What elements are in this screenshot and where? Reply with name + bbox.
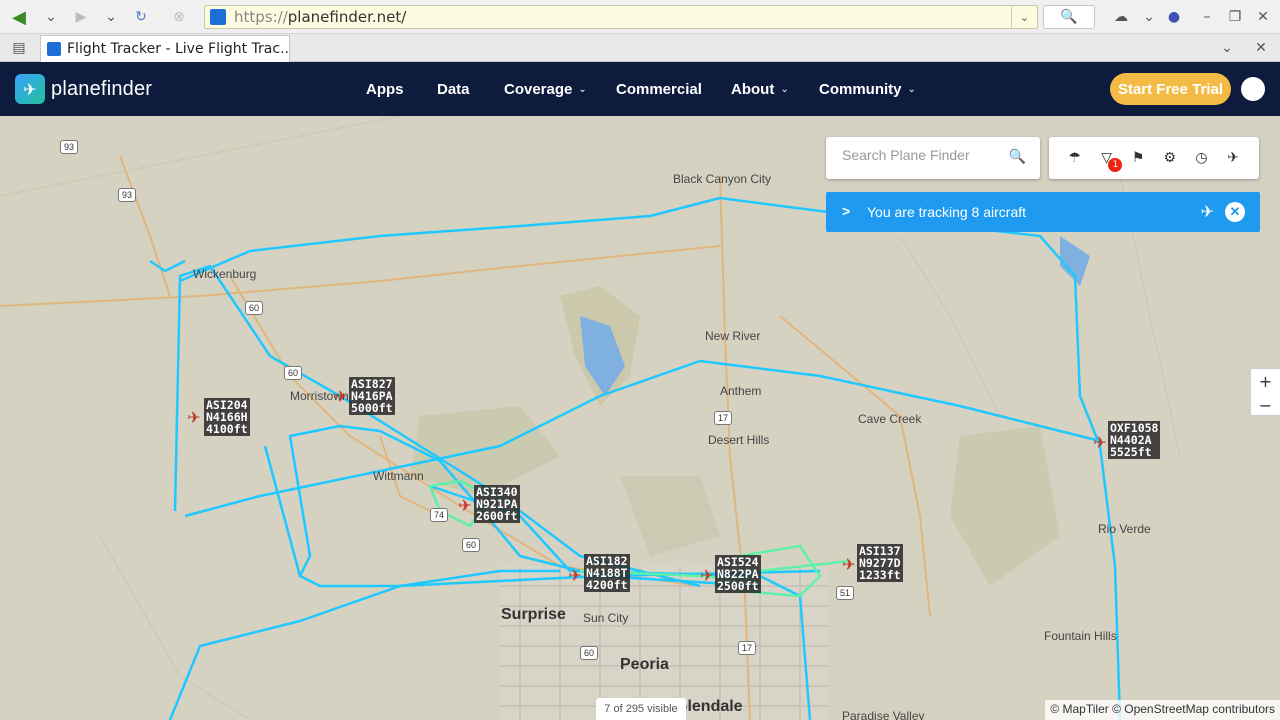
aircraft-label[interactable]: ASI204 N4166H 4100ft bbox=[204, 398, 250, 436]
start-free-trial-button[interactable]: Start Free Trial bbox=[1110, 73, 1231, 105]
address-bar[interactable]: https://planefinder.net/ ⌄ bbox=[204, 5, 1038, 29]
place-label: Cave Creek bbox=[858, 412, 922, 426]
browser-toolbar: ◀ ⌄ ▶ ⌄ ↻ ⊗ https://planefinder.net/ ⌄ 🔍… bbox=[0, 0, 1280, 34]
settings-gear-icon[interactable]: ⚙ bbox=[1160, 148, 1180, 168]
nav-commercial[interactable]: Commercial bbox=[616, 62, 702, 116]
close-window-icon[interactable]: ✕ bbox=[1252, 6, 1274, 28]
chevron-down-icon: ⌄ bbox=[578, 83, 587, 95]
chevron-down-icon: ⌄ bbox=[907, 83, 916, 95]
forward-arrow-icon[interactable]: ▶ bbox=[70, 6, 92, 28]
tab-overflow-chevron-icon[interactable]: ⌄ bbox=[1216, 37, 1238, 59]
bookmark-icon[interactable]: ⚑ bbox=[1128, 148, 1148, 168]
aircraft-icon[interactable]: ✈ bbox=[839, 554, 859, 574]
highway-shield: 93 bbox=[60, 140, 78, 154]
weather-icon[interactable]: ☂ bbox=[1065, 148, 1085, 168]
extensions-icon[interactable]: ☁ bbox=[1110, 6, 1132, 28]
back-arrow-icon[interactable]: ◀ bbox=[8, 6, 30, 28]
tracking-banner[interactable]: > You are tracking 8 aircraft ✈ ✕ bbox=[826, 192, 1260, 232]
tab-bar: ▤ Flight Tracker - Live Flight Trac... ⌄… bbox=[0, 34, 1280, 62]
nav-data[interactable]: Data bbox=[437, 62, 470, 116]
tab-favicon-icon bbox=[47, 42, 61, 56]
tracking-text: You are tracking 8 aircraft bbox=[867, 204, 1027, 220]
zoom-control: + − bbox=[1250, 368, 1280, 416]
aircraft-label[interactable]: ASI137 N9277D 1233ft bbox=[857, 544, 903, 582]
3d-view-icon[interactable]: ✈ bbox=[1223, 148, 1243, 168]
place-label: Rio Verde bbox=[1098, 522, 1151, 536]
highway-shield: 17 bbox=[738, 641, 756, 655]
close-icon[interactable]: ✕ bbox=[1225, 202, 1245, 222]
highway-shield: 93 bbox=[118, 188, 136, 202]
place-label: Desert Hills bbox=[708, 433, 770, 447]
aircraft-label[interactable]: ASI524 N822PA 2500ft bbox=[715, 555, 761, 593]
menu-chevron-icon[interactable]: ⌄ bbox=[1138, 6, 1160, 28]
restore-icon[interactable]: ❐ bbox=[1224, 6, 1246, 28]
place-label: Anthem bbox=[720, 384, 762, 398]
close-tab-icon[interactable]: ✕ bbox=[1250, 37, 1272, 59]
highway-shield: 17 bbox=[714, 411, 732, 425]
aircraft-label[interactable]: OXF1058 N4402A 5525ft bbox=[1108, 421, 1161, 459]
search-icon[interactable]: 🔍 bbox=[1009, 149, 1026, 165]
aircraft-icon[interactable]: ✈ bbox=[565, 565, 585, 585]
browser-profile-icon[interactable]: ● bbox=[1163, 6, 1185, 28]
highway-shield: 60 bbox=[284, 366, 302, 380]
highway-shield: 60 bbox=[580, 646, 598, 660]
browser-search-icon[interactable]: 🔍 bbox=[1043, 5, 1095, 29]
place-label: New River bbox=[705, 329, 761, 343]
search-placeholder: Search Plane Finder bbox=[842, 147, 970, 163]
nav-apps[interactable]: Apps bbox=[366, 62, 404, 116]
user-account-icon[interactable] bbox=[1241, 77, 1265, 101]
reload-icon[interactable]: ↻ bbox=[130, 6, 152, 28]
map-tools: ☂ ▽ 1 ⚑ ⚙ ◷ ✈ bbox=[1049, 137, 1259, 179]
visible-count: 7 of 295 visible bbox=[596, 698, 686, 720]
place-label: Wickenburg bbox=[193, 267, 257, 281]
chevron-down-icon: ⌄ bbox=[780, 83, 789, 95]
highway-shield: 60 bbox=[245, 301, 263, 315]
place-label: Black Canyon City bbox=[673, 172, 772, 186]
map-attribution[interactable]: © MapTiler © OpenStreetMap contributors bbox=[1045, 700, 1280, 720]
aircraft-icon[interactable]: ✈ bbox=[184, 407, 204, 427]
history-icon[interactable]: ◷ bbox=[1191, 148, 1211, 168]
zoom-in-button[interactable]: + bbox=[1251, 369, 1280, 393]
url-dropdown-icon[interactable]: ⌄ bbox=[1011, 6, 1037, 28]
place-label: Surprise bbox=[501, 606, 566, 623]
plane-outline-icon[interactable]: ✈ bbox=[1201, 202, 1214, 222]
search-input[interactable]: Search Plane Finder 🔍 bbox=[826, 137, 1040, 179]
highway-shield: 60 bbox=[462, 538, 480, 552]
site-header: ✈ planefinder Apps Data Coverage ⌄ Commer… bbox=[0, 62, 1280, 116]
place-label: Paradise Valley bbox=[842, 709, 925, 720]
url-text: https://planefinder.net/ bbox=[234, 8, 407, 26]
plane-logo-icon: ✈ bbox=[15, 74, 45, 104]
chevron-right-icon: > bbox=[842, 203, 851, 219]
logo-wordmark: planefinder bbox=[51, 77, 153, 100]
notification-badge: 1 bbox=[1108, 158, 1123, 172]
aircraft-label[interactable]: ASI340 N921PA 2600ft bbox=[474, 485, 520, 523]
tab-title: Flight Tracker - Live Flight Trac... bbox=[67, 41, 290, 57]
filter-icon[interactable]: ▽ 1 bbox=[1096, 148, 1123, 172]
aircraft-icon[interactable]: ✈ bbox=[331, 386, 351, 406]
nav-about[interactable]: About ⌄ bbox=[731, 62, 789, 116]
tab-list-icon[interactable]: ▤ bbox=[8, 37, 30, 59]
stop-icon[interactable]: ⊗ bbox=[168, 6, 190, 28]
minimize-icon[interactable]: – bbox=[1196, 6, 1218, 28]
site-favicon-icon bbox=[210, 9, 226, 25]
forward-history-chevron-icon[interactable]: ⌄ bbox=[100, 6, 122, 28]
aircraft-icon[interactable]: ✈ bbox=[455, 495, 475, 515]
place-label: Wittmann bbox=[373, 469, 424, 483]
aircraft-label[interactable]: ASI182 N4188T 4200ft bbox=[584, 554, 630, 592]
place-label: Sun City bbox=[583, 611, 629, 625]
tab-flight-tracker[interactable]: Flight Tracker - Live Flight Trac... bbox=[40, 35, 290, 62]
planefinder-logo[interactable]: ✈ planefinder bbox=[15, 74, 152, 104]
highway-shield: 74 bbox=[430, 508, 448, 522]
place-label: Peoria bbox=[620, 656, 669, 673]
back-history-chevron-icon[interactable]: ⌄ bbox=[40, 6, 62, 28]
aircraft-icon[interactable]: ✈ bbox=[697, 565, 717, 585]
place-label: Fountain Hills bbox=[1044, 629, 1117, 643]
aircraft-icon[interactable]: ✈ bbox=[1090, 432, 1110, 452]
nav-coverage[interactable]: Coverage ⌄ bbox=[504, 62, 587, 116]
nav-community[interactable]: Community ⌄ bbox=[819, 62, 916, 116]
zoom-out-button[interactable]: − bbox=[1251, 393, 1280, 417]
highway-shield: 51 bbox=[836, 586, 854, 600]
aircraft-label[interactable]: ASI827 N416PA 5000ft bbox=[349, 377, 395, 415]
